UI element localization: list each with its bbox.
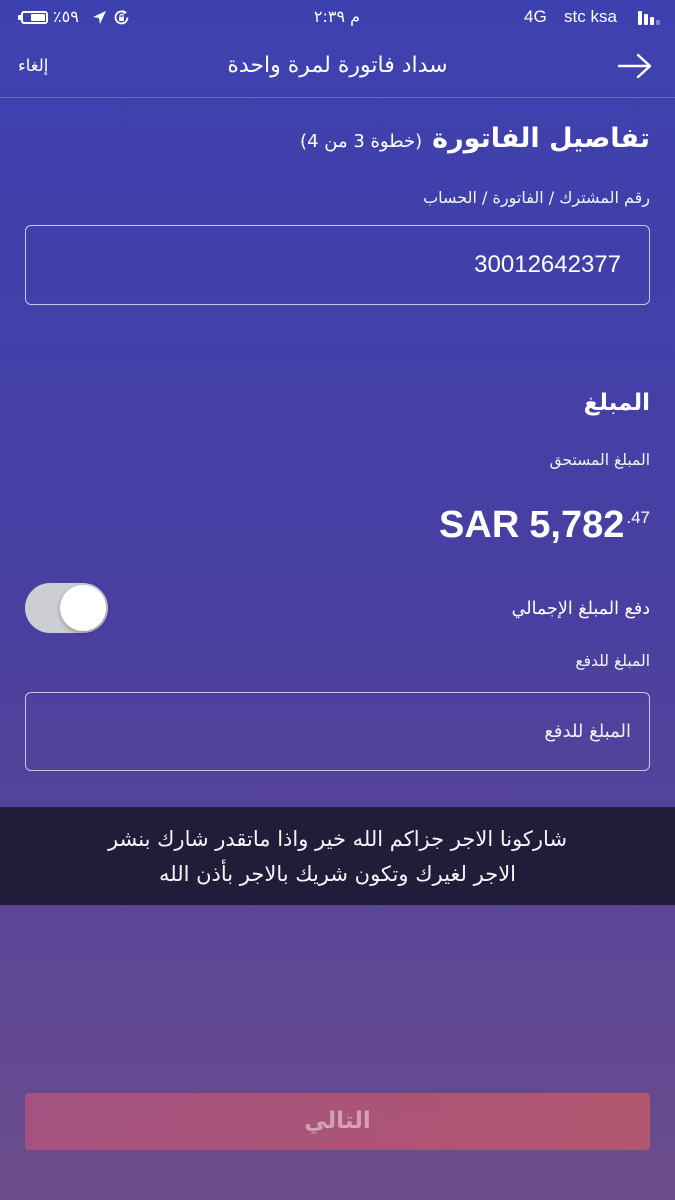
toggle-knob — [60, 585, 106, 631]
back-button[interactable] — [616, 52, 654, 80]
page-title: سداد فاتورة لمرة واحدة — [227, 53, 448, 78]
signal-bar — [638, 11, 642, 25]
network-type: 4G — [524, 7, 547, 26]
amount-whole: 5,782 — [529, 504, 625, 546]
battery-body — [21, 11, 48, 24]
cancel-button[interactable]: إلغاء — [18, 54, 48, 78]
status-bar: ٥٩٪ ٢:٣٩ م 4G stc ksa — [0, 0, 675, 36]
amount-section-title: المبلغ — [583, 390, 650, 416]
header-divider — [0, 97, 675, 98]
amount-currency: SAR — [439, 504, 520, 546]
location-arrow-icon — [93, 11, 106, 24]
pay-amount-label: المبلغ للدفع — [575, 652, 650, 670]
amount-fraction: .47 — [626, 508, 650, 527]
pay-full-label: دفع المبلغ الإجمالي — [511, 599, 650, 619]
next-button-label: التالي — [304, 1108, 371, 1134]
bill-details-heading: تفاصيل الفاتورة (خطوة 3 من 4) — [25, 120, 650, 158]
signal-bars-icon — [638, 11, 664, 25]
amount-due-value: SAR 5,782.47 — [439, 494, 650, 546]
arrow-right-icon — [617, 53, 652, 79]
battery-icon — [18, 11, 48, 24]
battery-percent: ٥٩٪ — [53, 7, 79, 26]
rotation-lock-icon — [114, 10, 129, 25]
account-number-label: رقم المشترك / الفاتورة / الحساب — [423, 188, 650, 207]
section-title: تفاصيل الفاتورة — [432, 123, 650, 154]
status-time: ٢:٣٩ م — [313, 7, 361, 26]
caption-line: شاركونا الاجر جزاكم الله خير واذا ماتقدر… — [107, 827, 568, 851]
next-button[interactable]: التالي — [25, 1093, 650, 1150]
signal-bar — [650, 17, 654, 25]
overlay-caption: شاركونا الاجر جزاكم الله خير واذا ماتقدر… — [0, 807, 675, 905]
pay-full-toggle[interactable] — [25, 583, 108, 633]
caption-line: الاجر لغيرك وتكون شريك بالاجر بأذن الله — [158, 862, 517, 886]
carrier-name: stc ksa — [564, 7, 617, 26]
battery-fill — [31, 14, 45, 21]
signal-bar — [644, 14, 648, 25]
amount-due-label: المبلغ المستحق — [549, 451, 650, 469]
pay-amount-field[interactable] — [25, 692, 650, 771]
step-indicator: (خطوة 3 من 4) — [300, 131, 423, 152]
account-number-field[interactable] — [25, 225, 650, 305]
signal-bar — [656, 20, 660, 25]
